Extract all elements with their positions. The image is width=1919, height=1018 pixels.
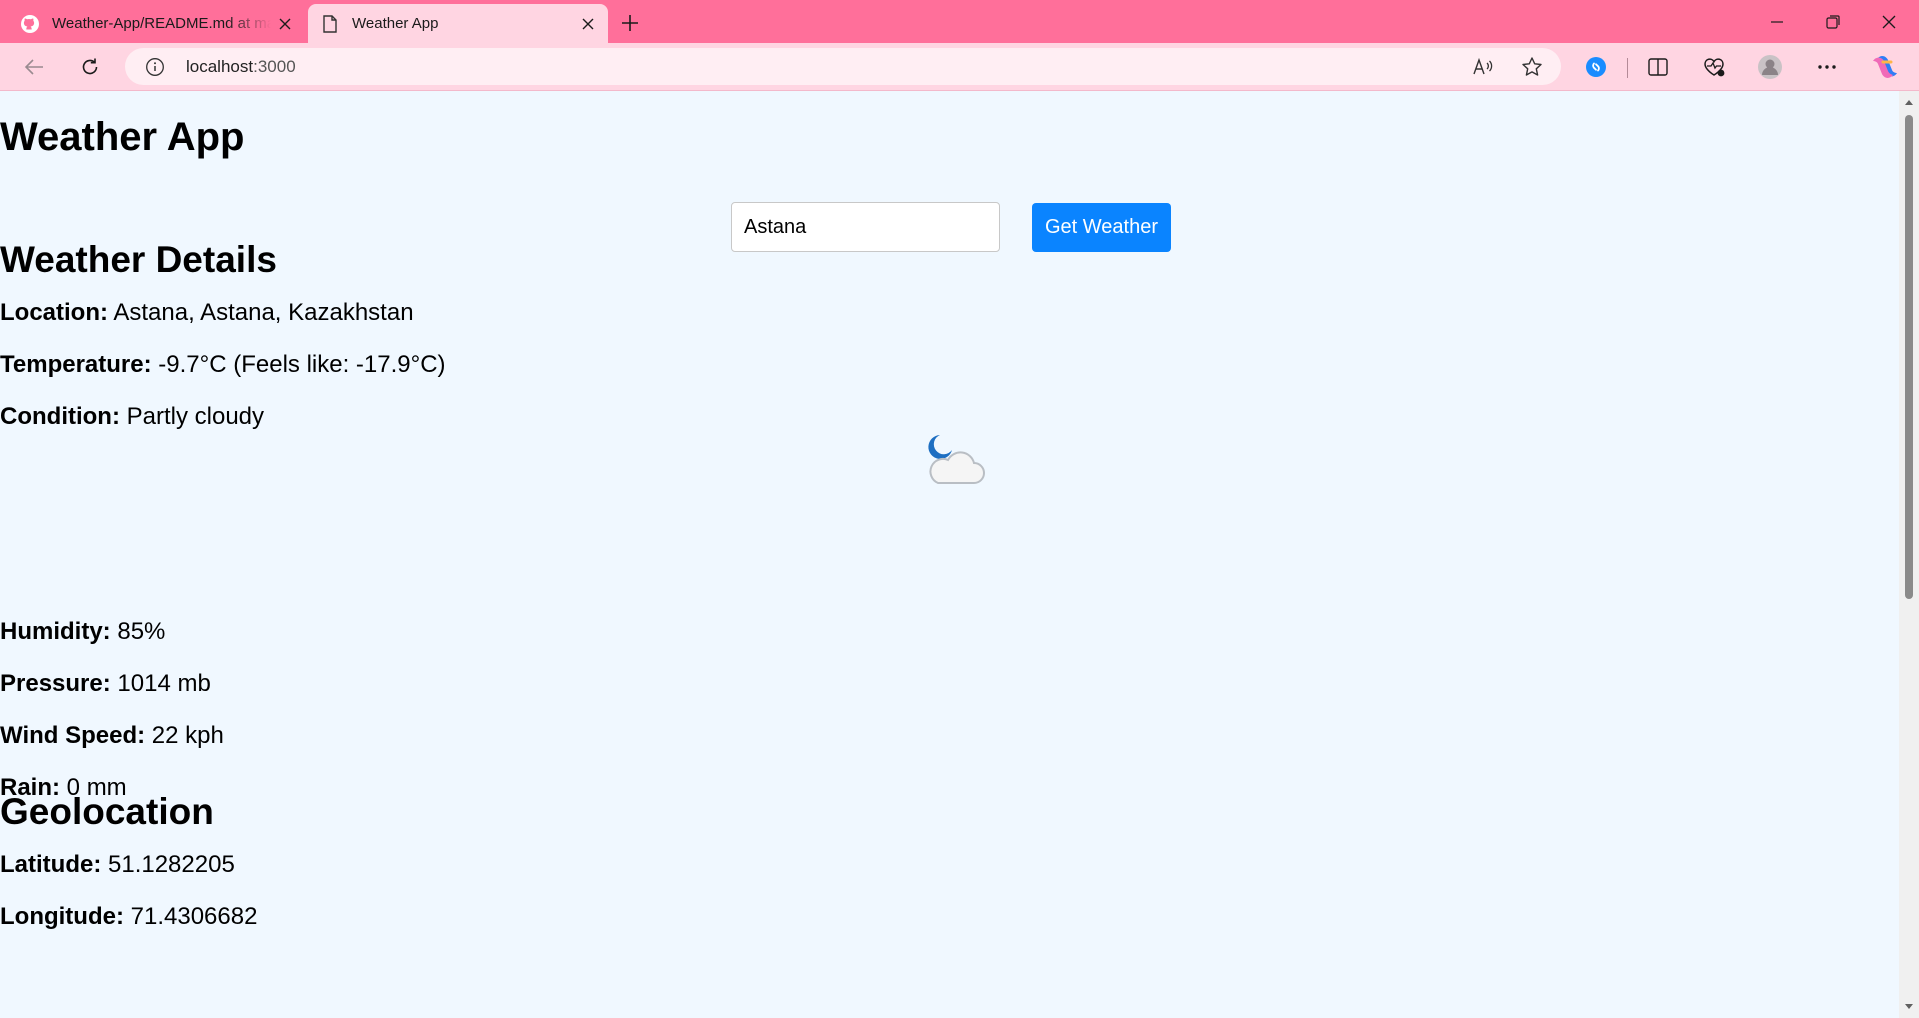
location-label: Location:: [0, 299, 108, 326]
favorite-button[interactable]: [1518, 53, 1546, 81]
back-arrow-icon: [24, 59, 43, 75]
shazam-icon: [1586, 57, 1606, 77]
temperature-label: Temperature:: [0, 351, 152, 378]
latitude-label: Latitude:: [0, 851, 102, 878]
read-aloud-icon: [1473, 57, 1493, 75]
humidity-value: 85%: [117, 618, 166, 645]
split-screen-icon: [1648, 58, 1668, 76]
tab-weather-app[interactable]: Weather App: [308, 4, 608, 43]
back-button[interactable]: [17, 50, 51, 84]
more-icon: [1818, 65, 1836, 69]
vertical-scrollbar[interactable]: [1899, 91, 1919, 1018]
settings-menu-button[interactable]: [1810, 50, 1844, 84]
latitude-row: Latitude: 51.1282205: [0, 851, 1899, 879]
wind-speed-row: Wind Speed: 22 kph: [0, 722, 1899, 750]
geolocation-heading: Geolocation: [0, 791, 214, 832]
read-aloud-button[interactable]: [1469, 53, 1497, 81]
shazam-extension-button[interactable]: [1579, 50, 1613, 84]
humidity-row: Humidity: 85%: [0, 618, 1899, 646]
close-icon[interactable]: [574, 10, 602, 38]
latitude-value: 51.1282205: [108, 851, 235, 878]
tab-github-readme[interactable]: Weather-App/README.md at main: [8, 4, 305, 43]
url-host: localhost: [186, 57, 254, 76]
location-row: Location: Astana, Astana, Kazakhstan: [0, 299, 1899, 327]
avatar-icon: [1758, 55, 1782, 79]
close-icon[interactable]: [271, 10, 299, 38]
condition-row: Condition: Partly cloudy: [0, 403, 1899, 431]
star-icon: [1522, 57, 1542, 76]
restore-button[interactable]: [1805, 0, 1861, 43]
pressure-label: Pressure:: [0, 670, 111, 697]
github-icon: [20, 14, 40, 34]
condition-label: Condition:: [0, 403, 120, 430]
longitude-value: 71.4306682: [130, 903, 258, 930]
location-value: Astana, Astana, Kazakhstan: [113, 299, 414, 326]
toolbar-divider: [1627, 58, 1628, 78]
address-bar[interactable]: localhost:3000: [125, 48, 1561, 85]
page-viewport: Weather App Get Weather Weather Details …: [0, 91, 1899, 1018]
page-title: Weather App: [0, 115, 245, 159]
minimize-icon: [1771, 20, 1783, 23]
weather-details-heading: Weather Details: [0, 239, 277, 280]
wind-speed-label: Wind Speed:: [0, 722, 146, 749]
tab-strip: Weather-App/README.md at main Weather Ap…: [0, 0, 1919, 43]
browser-toolbar: localhost:3000: [0, 43, 1919, 91]
profile-button[interactable]: [1753, 50, 1787, 84]
restore-icon: [1826, 14, 1840, 29]
browser-essentials-button[interactable]: [1697, 50, 1731, 84]
scroll-up-arrow-icon[interactable]: [1904, 97, 1914, 107]
copilot-icon: [1873, 56, 1897, 78]
scrollbar-thumb[interactable]: [1905, 115, 1913, 599]
temperature-value: -9.7°C (Feels like: -17.9°C): [158, 351, 446, 378]
close-icon: [1882, 15, 1896, 28]
scroll-down-arrow-icon[interactable]: [1904, 1002, 1914, 1012]
url-port: :3000: [253, 57, 296, 76]
tab-title: Weather App: [352, 15, 439, 32]
split-screen-button[interactable]: [1641, 50, 1675, 84]
partly-cloudy-night-icon: [928, 435, 985, 484]
minimize-button[interactable]: [1749, 0, 1805, 43]
longitude-row: Longitude: 71.4306682: [0, 903, 1899, 931]
close-window-button[interactable]: [1861, 0, 1917, 43]
pressure-row: Pressure: 1014 mb: [0, 670, 1899, 698]
new-tab-button[interactable]: [614, 7, 646, 39]
url-text: localhost:3000: [186, 57, 296, 77]
pressure-value: 1014 mb: [117, 670, 211, 697]
plus-icon: [622, 15, 638, 31]
condition-value: Partly cloudy: [126, 403, 265, 430]
humidity-label: Humidity:: [0, 618, 111, 645]
heart-pulse-icon: [1704, 58, 1725, 77]
temperature-row: Temperature: -9.7°C (Feels like: -17.9°C…: [0, 351, 1899, 379]
refresh-button[interactable]: [73, 50, 107, 84]
wind-speed-value: 22 kph: [151, 722, 224, 749]
copilot-button[interactable]: [1868, 50, 1902, 84]
longitude-label: Longitude:: [0, 903, 124, 930]
info-icon[interactable]: [145, 57, 165, 77]
tab-title: Weather-App/README.md at main: [52, 15, 271, 32]
page-icon: [320, 14, 340, 34]
refresh-icon: [82, 58, 98, 75]
